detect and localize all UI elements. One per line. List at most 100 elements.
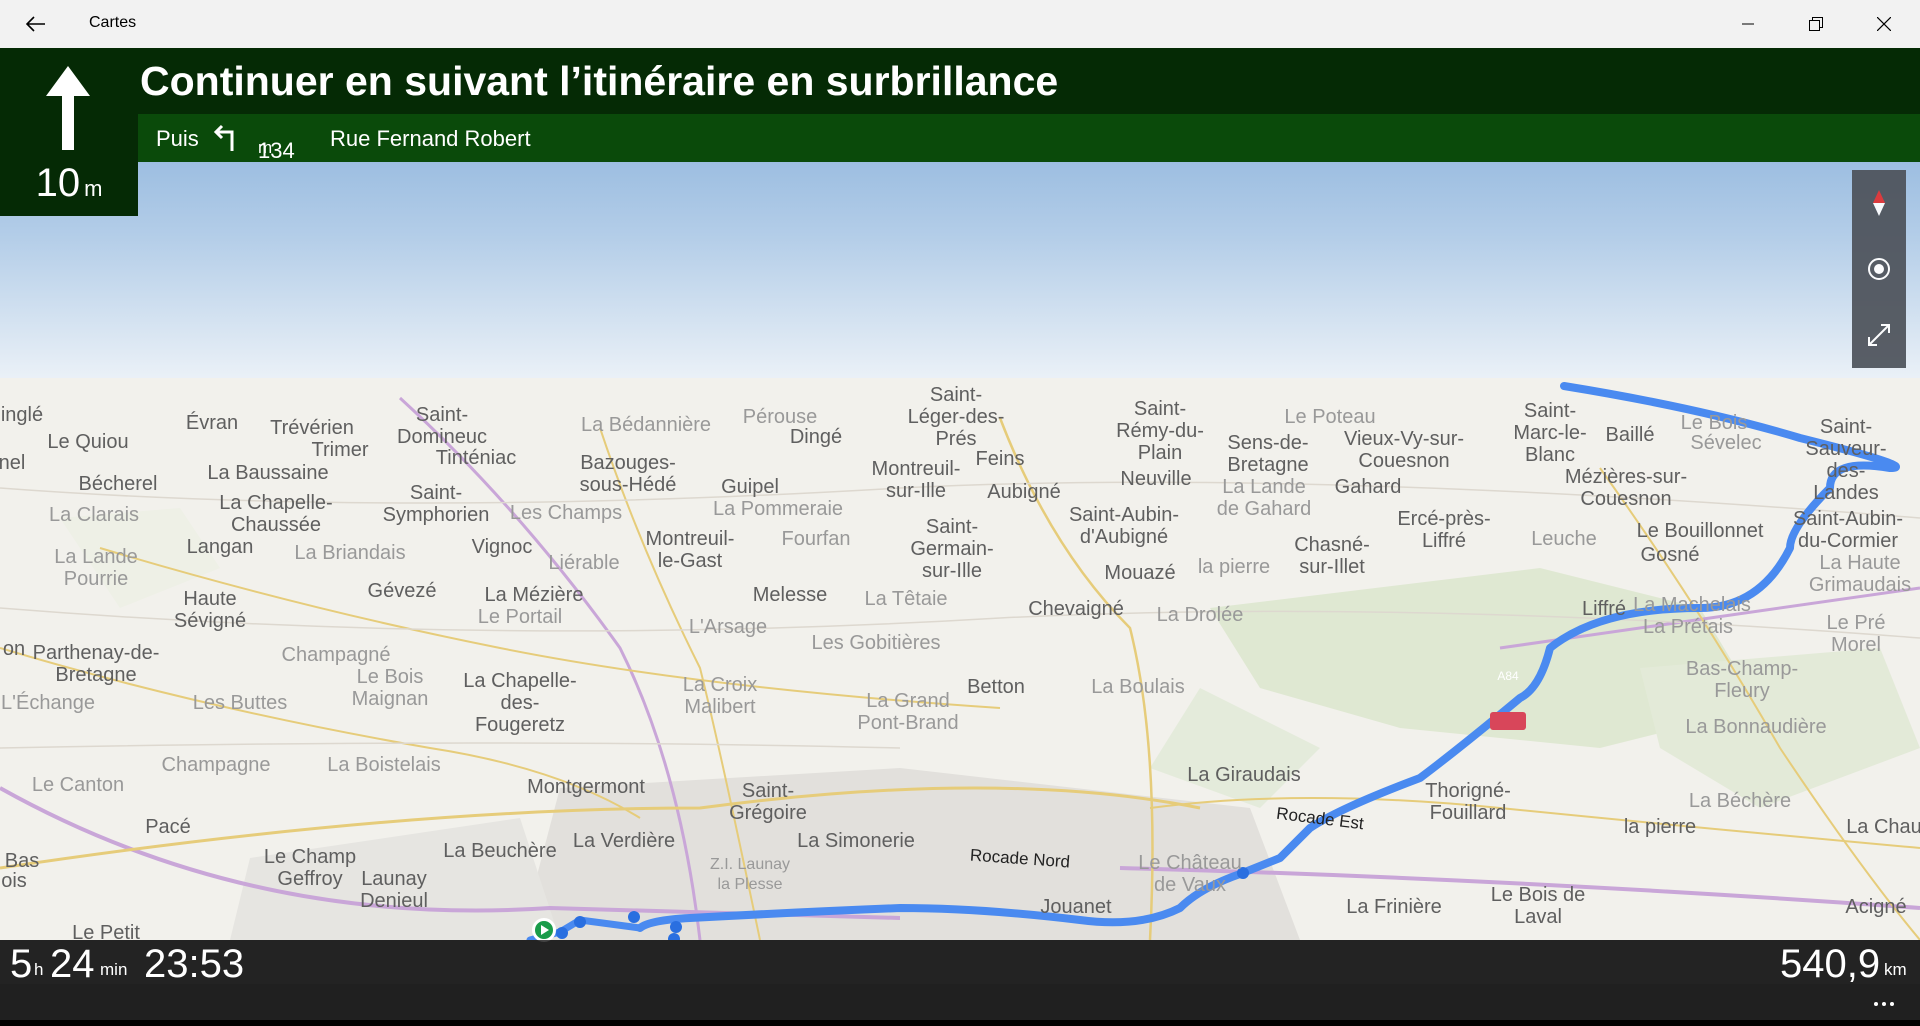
map-place-label: La Frinière xyxy=(1346,896,1442,918)
map-place-label: La Chapelle-Chaussée xyxy=(219,492,333,536)
next-label: Puis xyxy=(156,126,199,151)
map-place-label: Saint-Aubin-du-Cormier xyxy=(1792,508,1904,552)
map-place-label: Évran xyxy=(185,412,239,434)
close-button[interactable] xyxy=(1850,0,1918,48)
map-place-label: Montgermont xyxy=(527,776,645,798)
map-place-label: on xyxy=(2,638,26,660)
map-place-label: Les Gobitières xyxy=(811,632,941,654)
map-place-label: La Bonnaudière xyxy=(1685,716,1827,738)
map-place-label: Le Quiou xyxy=(47,431,129,453)
map-place-label: Haute Sévigné xyxy=(173,588,247,632)
restore-button[interactable] xyxy=(1782,0,1850,48)
maneuver-distance-value: 10 xyxy=(35,161,81,205)
instruction-text: Continuer en suivant l’itinéraire en sur… xyxy=(140,58,1059,104)
map-place-label: Betton xyxy=(967,676,1025,698)
maneuver-distance: 10 m xyxy=(0,161,138,206)
map-place-label: Le Pré Morel xyxy=(1826,612,1886,656)
map-place-label: La Lande Pourrie xyxy=(54,546,138,590)
next-maneuver-bar: Puis 134 m Rue Fernand Robert xyxy=(138,114,1920,163)
map-place-label: La Croix Malibert xyxy=(682,674,758,718)
app-bar xyxy=(0,984,1920,1020)
map-place-label: Champagné xyxy=(281,644,391,666)
map-place-label: Trimer xyxy=(311,439,369,461)
map-place-label: Le Bois Maignan xyxy=(351,666,429,710)
map-place-label: La Drolée xyxy=(1156,604,1244,626)
compass-icon xyxy=(1873,190,1885,216)
next-street: Rue Fernand Robert xyxy=(330,126,531,151)
map-place-label: La Pommeraie xyxy=(712,498,844,520)
map-place-label: La Haute Grimaudais xyxy=(1808,552,1912,596)
map-place-label: Chevaigné xyxy=(1028,598,1124,620)
hours-unit: h xyxy=(34,960,44,979)
back-button[interactable] xyxy=(14,8,58,40)
map-place-label: La Chapelle-des-Fougeretz xyxy=(463,670,577,736)
map-place-label: Bécherel xyxy=(78,473,158,495)
map-place-label: la Plesse xyxy=(717,876,783,893)
map-place-label: Saint-Sauveur-des-Landes xyxy=(1805,416,1887,504)
map-place-label: Le Portail xyxy=(477,606,563,628)
map-place-label: L'Échange xyxy=(1,692,95,714)
map-place-label: Liffré xyxy=(1581,598,1627,620)
map-place-label: La Machelais xyxy=(1633,594,1751,616)
map-place-label: Bas-Champ-Fleury xyxy=(1685,658,1799,702)
current-position-marker xyxy=(532,918,556,942)
map-place-label: Saint-Léger-des-Prés xyxy=(907,384,1005,450)
remaining-distance-unit: km xyxy=(1884,960,1907,979)
map-place-label: Neuville xyxy=(1120,468,1192,490)
minimize-button[interactable] xyxy=(1714,0,1782,48)
map-place-label: Jouanet xyxy=(1040,896,1112,918)
map-place-label: Le Bois de Laval xyxy=(1490,884,1586,928)
map-place-label: Saint-Grégoire xyxy=(729,780,807,824)
play-icon xyxy=(541,925,549,935)
map-place-label: Vieux-Vy-sur-Couesnon xyxy=(1343,428,1465,472)
map-place-label: Parthenay-de-Bretagne xyxy=(32,642,160,686)
map-place-label: Sévelec xyxy=(1690,432,1762,454)
map-place-label: L'Arsage xyxy=(688,616,768,638)
map-place-label: Trévérien xyxy=(270,417,354,439)
map-place-label: La Mézière xyxy=(484,584,584,606)
remaining-distance: 540,9 xyxy=(1780,942,1881,986)
map-place-label: Pacé xyxy=(145,816,191,838)
locate-icon xyxy=(1868,258,1890,280)
map-place-label: Gahard xyxy=(1334,476,1402,498)
map-place-label: Bas xyxy=(4,850,40,872)
map-place-label: Tinténiac xyxy=(435,447,517,469)
duration-hours: 5 xyxy=(10,942,33,986)
map-place-label: La Clarais xyxy=(48,504,140,526)
map-place-label: La Bédannière xyxy=(580,414,712,436)
map-place-label: la pierre xyxy=(1197,556,1271,578)
compass-button[interactable] xyxy=(1852,170,1906,236)
map-place-label: Gosné xyxy=(1640,544,1700,566)
map-place-label: La Verdière xyxy=(572,830,676,852)
turn-left-icon xyxy=(212,122,240,158)
minutes-unit: min xyxy=(100,960,128,979)
fullscreen-button[interactable] xyxy=(1852,302,1906,368)
map-place-label: nel xyxy=(0,452,26,474)
straight-arrow-icon xyxy=(46,66,90,150)
map-place-label: La Boistelais xyxy=(327,754,441,776)
map-place-label: Bazouges-sous-Hédé xyxy=(579,452,677,496)
map-place-label: La Briandais xyxy=(294,542,406,564)
map-place-label: Feins xyxy=(975,448,1025,470)
map-place-label: Montreuil-le-Gast xyxy=(645,528,735,572)
map-place-label: Les Buttes xyxy=(192,692,288,714)
minimize-icon xyxy=(1742,23,1754,25)
map-place-label: La Lande de Gahard xyxy=(1216,476,1312,520)
maneuver-distance-unit: m xyxy=(84,176,103,201)
map-place-label: Sens-de-Bretagne xyxy=(1227,432,1309,476)
center-location-button[interactable] xyxy=(1852,236,1906,302)
map-place-label: Baillé xyxy=(1605,424,1655,446)
map-place-label: Le Poteau xyxy=(1284,406,1376,428)
expand-icon xyxy=(1868,324,1890,346)
map-place-label: Mouazé xyxy=(1104,562,1176,584)
map-place-label: La Têtaie xyxy=(864,588,948,610)
map-place-label: Leuche xyxy=(1531,528,1597,550)
map-view[interactable]: Rocade Nord Rocade Est A84 inglé Le Quio… xyxy=(0,48,1920,940)
close-icon xyxy=(1877,17,1891,31)
map-place-label: La Beuchère xyxy=(443,840,557,862)
map-place-label: Ercé-près-Liffré xyxy=(1397,508,1491,552)
map-place-label: Langan xyxy=(186,536,254,558)
map-place-label: la pierre xyxy=(1623,816,1697,838)
map-place-label: Mézières-sur-Couesnon xyxy=(1564,466,1688,510)
arrow-left-icon xyxy=(26,16,45,32)
